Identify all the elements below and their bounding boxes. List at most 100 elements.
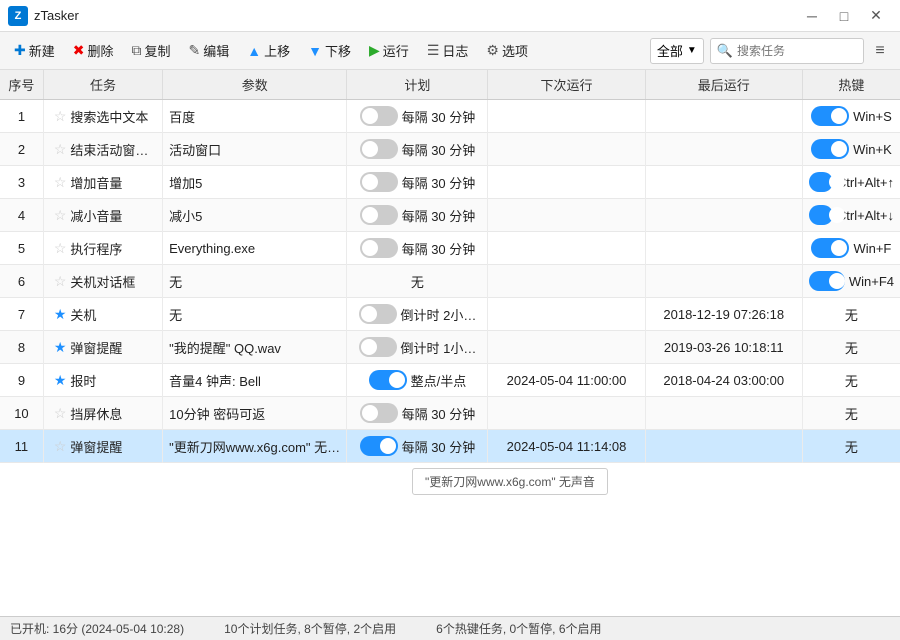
hotkey-toggle[interactable]: [809, 271, 845, 291]
star-icon[interactable]: ☆: [54, 141, 67, 158]
log-button[interactable]: ☰ 日志: [419, 37, 477, 64]
task-name-label: 执行程序: [70, 239, 122, 258]
cell-hotkey: Ctrl+Alt+↑: [802, 166, 900, 199]
plan-toggle[interactable]: [360, 403, 398, 423]
menu-button[interactable]: ≡: [866, 37, 894, 65]
star-icon[interactable]: ☆: [54, 438, 67, 455]
star-icon[interactable]: ☆: [54, 240, 67, 257]
tooltip-popup: "更新刀网www.x6g.com" 无声音: [412, 468, 608, 495]
minimize-button[interactable]: ─: [796, 0, 828, 32]
tooltip-area: "更新刀网www.x6g.com" 无声音: [0, 463, 900, 500]
cell-next-run: 2024-05-04 11:00:00: [488, 364, 645, 397]
star-icon[interactable]: ★: [54, 339, 67, 356]
task-name-label: 结束活动窗…: [70, 140, 148, 159]
cell-last-run: [645, 100, 802, 133]
hotkey-toggle[interactable]: [811, 238, 849, 258]
cell-task: ★弹窗提醒: [43, 331, 162, 364]
hotkey-toggle[interactable]: [809, 205, 833, 225]
plan-label: 每隔 30 分钟: [402, 206, 476, 225]
plan-toggle[interactable]: [360, 172, 398, 192]
new-button[interactable]: ✚ 新建: [6, 37, 63, 64]
down-button[interactable]: ▼ 下移: [300, 37, 359, 64]
plan-label: 倒计时 1小…: [401, 338, 477, 357]
plan-toggle[interactable]: [360, 205, 398, 225]
plan-toggle[interactable]: [359, 337, 397, 357]
task-stats-status: 10个计划任务, 8个暂停, 2个启用: [224, 620, 396, 637]
app-icon: Z: [8, 6, 28, 26]
hotkey-toggle[interactable]: [811, 106, 849, 126]
cell-num: 6: [0, 265, 43, 298]
plan-label: 每隔 30 分钟: [402, 173, 476, 192]
cell-param: "更新刀网www.x6g.com" 无…: [163, 430, 347, 463]
up-button[interactable]: ▲ 上移: [239, 37, 298, 64]
plan-label: 整点/半点: [411, 371, 467, 390]
search-input[interactable]: [737, 44, 857, 58]
task-name-label: 弹窗提醒: [70, 338, 122, 357]
cell-plan: 每隔 30 分钟: [347, 133, 488, 166]
table-row[interactable]: 8★弹窗提醒"我的提醒" QQ.wav倒计时 1小…2019-03-26 10:…: [0, 331, 900, 364]
task-name-label: 增加音量: [70, 173, 122, 192]
table-row[interactable]: 4☆减小音量减小5每隔 30 分钟Ctrl+Alt+↓: [0, 199, 900, 232]
plan-toggle[interactable]: [360, 139, 398, 159]
plan-toggle[interactable]: [359, 304, 397, 324]
star-icon[interactable]: ★: [54, 306, 67, 323]
maximize-button[interactable]: □: [828, 0, 860, 32]
hotkey-stats-status: 6个热键任务, 0个暂停, 6个启用: [436, 620, 601, 637]
table-row[interactable]: 10☆挡屏休息10分钟 密码可返每隔 30 分钟无: [0, 397, 900, 430]
cell-last-run: [645, 133, 802, 166]
cell-last-run: 2019-03-26 10:18:11: [645, 331, 802, 364]
table-row[interactable]: 5☆执行程序Everything.exe每隔 30 分钟Win+F: [0, 232, 900, 265]
star-icon[interactable]: ☆: [54, 207, 67, 224]
table-row[interactable]: 11☆弹窗提醒"更新刀网www.x6g.com" 无…每隔 30 分钟2024-…: [0, 430, 900, 463]
star-icon[interactable]: ☆: [54, 108, 67, 125]
plan-toggle[interactable]: [369, 370, 407, 390]
task-name-label: 弹窗提醒: [70, 437, 122, 456]
close-button[interactable]: ✕: [860, 0, 892, 32]
copy-icon: ⧉: [132, 42, 142, 59]
cell-next-run: [488, 199, 645, 232]
hotkey-toggle[interactable]: [811, 139, 849, 159]
cell-task: ☆弹窗提醒: [43, 430, 162, 463]
plan-toggle[interactable]: [360, 238, 398, 258]
hotkey-toggle[interactable]: [809, 172, 833, 192]
cell-next-run: 2024-05-04 11:14:08: [488, 430, 645, 463]
task-name-label: 关机对话框: [70, 272, 135, 291]
cell-plan: 每隔 30 分钟: [347, 232, 488, 265]
copy-button[interactable]: ⧉ 复制: [124, 37, 179, 64]
edit-button[interactable]: ✎ 编辑: [181, 37, 238, 64]
star-icon[interactable]: ★: [54, 372, 67, 389]
plan-label: 每隔 30 分钟: [402, 107, 476, 126]
star-icon[interactable]: ☆: [54, 174, 67, 191]
cell-hotkey: 无: [802, 364, 900, 397]
col-header-hotkey: 热键: [802, 70, 900, 100]
cell-num: 11: [0, 430, 43, 463]
table-body: 1☆搜索选中文本百度每隔 30 分钟Win+S2☆结束活动窗…活动窗口每隔 30…: [0, 100, 900, 463]
cell-hotkey: 无: [802, 298, 900, 331]
cell-hotkey: Win+S: [802, 100, 900, 133]
star-icon[interactable]: ☆: [54, 405, 67, 422]
cell-next-run: [488, 232, 645, 265]
table-row[interactable]: 7★关机无倒计时 2小…2018-12-19 07:26:18无: [0, 298, 900, 331]
run-button[interactable]: ▶ 运行: [361, 37, 417, 64]
delete-icon: ✖: [73, 42, 85, 59]
table-row[interactable]: 9★报时音量4 钟声: Bell整点/半点2024-05-04 11:00:00…: [0, 364, 900, 397]
table-header: 序号 任务 参数 计划 下次运行 最后运行 热键: [0, 70, 900, 100]
table-row[interactable]: 1☆搜索选中文本百度每隔 30 分钟Win+S: [0, 100, 900, 133]
plan-toggle[interactable]: [360, 436, 398, 456]
filter-dropdown[interactable]: 全部 ▼: [650, 38, 704, 64]
options-button[interactable]: ⚙ 选项: [478, 37, 536, 64]
table-row[interactable]: 2☆结束活动窗…活动窗口每隔 30 分钟Win+K: [0, 133, 900, 166]
delete-button[interactable]: ✖ 删除: [65, 37, 122, 64]
cell-plan: 整点/半点: [347, 364, 488, 397]
task-name-label: 减小音量: [70, 206, 122, 225]
col-header-num: 序号: [0, 70, 43, 100]
plan-label: 每隔 30 分钟: [402, 239, 476, 258]
plan-toggle[interactable]: [360, 106, 398, 126]
cell-last-run: [645, 166, 802, 199]
cell-task: ☆搜索选中文本: [43, 100, 162, 133]
table-row[interactable]: 3☆增加音量增加5每隔 30 分钟Ctrl+Alt+↑: [0, 166, 900, 199]
table-row[interactable]: 6☆关机对话框无无Win+F4: [0, 265, 900, 298]
star-icon[interactable]: ☆: [54, 273, 67, 290]
boot-time-status: 已开机: 16分 (2024-05-04 10:28): [10, 620, 184, 637]
cell-hotkey: 无: [802, 331, 900, 364]
